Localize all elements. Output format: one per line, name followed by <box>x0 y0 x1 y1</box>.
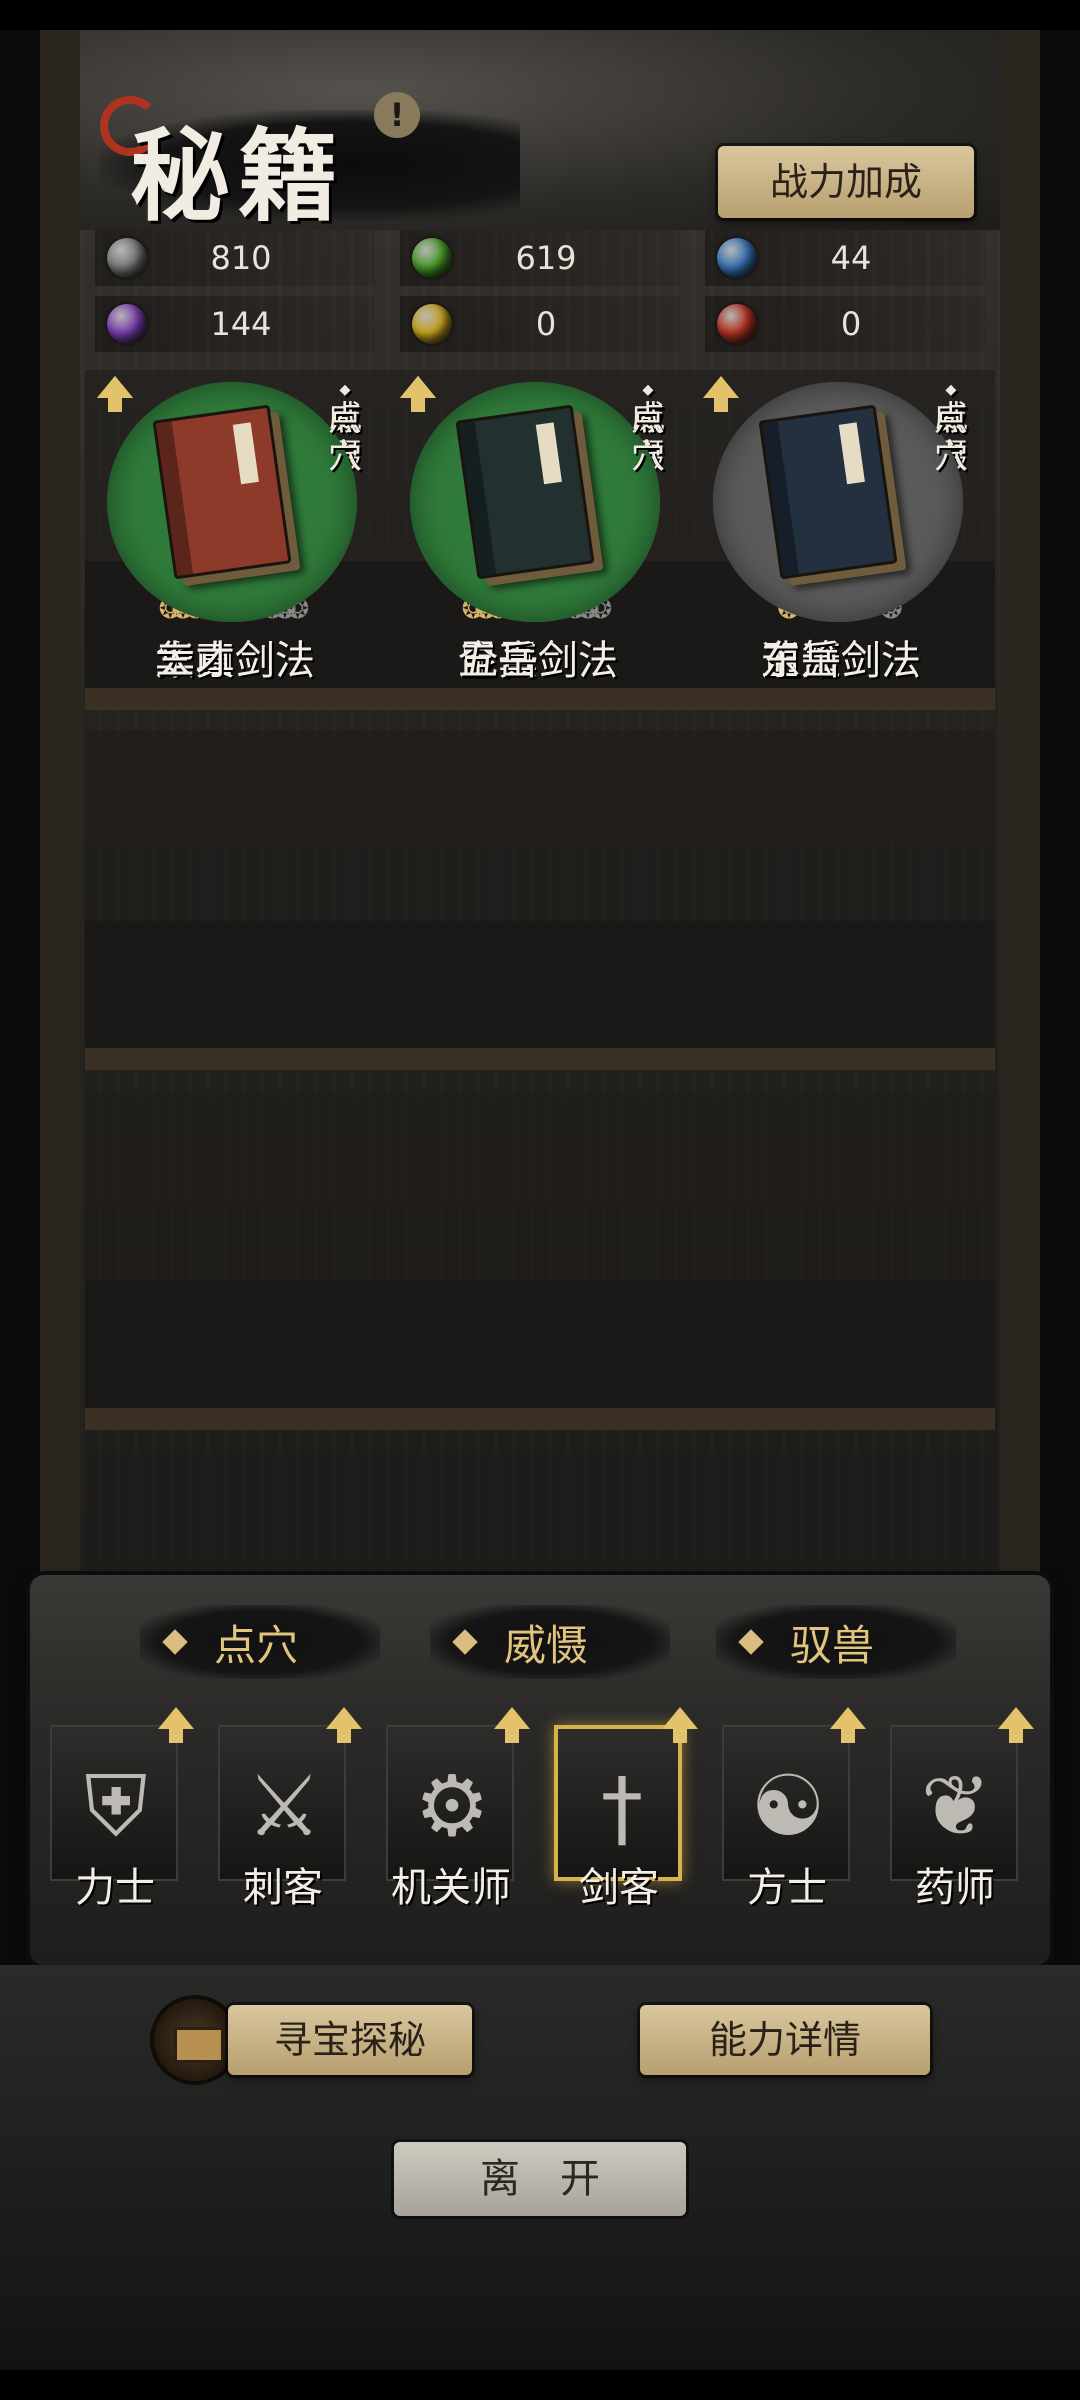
sword-icon: † <box>601 1759 643 1857</box>
ability-details-button[interactable]: 能力详情 <box>640 2005 930 2075</box>
yin-yang-icon: ☯ <box>750 1757 826 1855</box>
book-grid[interactable]: ◆点穴❂❂❂❂❂❂华山剑法◆威慑❂❂❂❂❂❂昆吾剑法◆点穴❂❂❂❂❂逍遥剑法◆点… <box>85 370 995 1580</box>
resource-value: 810 <box>210 239 272 277</box>
class-tab[interactable]: ❦ 药师 <box>870 1707 1034 1945</box>
resource-item: 0 <box>705 296 985 352</box>
resource-item: 144 <box>95 296 375 352</box>
book-icon <box>758 404 898 580</box>
resource-item: 619 <box>400 230 680 286</box>
gear-icon: ⚙ <box>414 1757 490 1855</box>
blue-gem-icon <box>717 238 757 278</box>
book-type-tag: ◆点穴 <box>931 380 971 476</box>
book-card[interactable]: ◆ 点穴 <box>85 370 385 690</box>
upgrade-arrow-icon <box>998 1707 1034 1743</box>
daggers-icon: ⚔ <box>246 1757 322 1855</box>
navigation-bar <box>0 2370 1080 2400</box>
page-title: 秘籍 <box>130 117 346 235</box>
resource-item: 44 <box>705 230 985 286</box>
class-tab[interactable]: † 剑客 <box>534 1707 698 1945</box>
class-name: 刺客 <box>243 1865 323 1911</box>
book-card[interactable]: ◆ 点穴 <box>388 370 688 690</box>
filter-label: 威慑 <box>504 1620 589 1670</box>
diamond-icon <box>738 1629 764 1655</box>
upgrade-arrow-icon <box>494 1707 530 1743</box>
class-tab[interactable]: ☯ 方士 <box>702 1707 866 1945</box>
book-type: 点穴 <box>328 399 362 477</box>
diamond-icon <box>452 1629 478 1655</box>
book-row <box>85 1450 995 1580</box>
class-name: 机关师 <box>391 1865 511 1911</box>
book-icon <box>455 404 595 580</box>
diamond-icon: ◆ <box>339 382 351 398</box>
leave-button[interactable]: 离开 <box>394 2142 686 2216</box>
upgrade-arrow-icon <box>326 1707 362 1743</box>
book-row <box>85 730 995 1070</box>
power-bonus-button[interactable]: 战力加成 <box>718 146 974 218</box>
book-type-tag: ◆点穴 <box>628 380 668 476</box>
diamond-icon: ◆ <box>945 382 957 398</box>
purple-gem-icon <box>107 304 147 344</box>
book-label <box>838 422 865 485</box>
resource-value: 619 <box>515 239 577 277</box>
resource-item: 810 <box>95 230 375 286</box>
resource-value: 0 <box>840 305 862 343</box>
filter-tab[interactable]: 威慑 <box>430 1605 670 1679</box>
upgrade-arrow-icon <box>158 1707 194 1743</box>
diamond-icon <box>162 1629 188 1655</box>
herb-icon: ❦ <box>920 1757 992 1855</box>
class-tab[interactable]: ⚙ 机关师 <box>366 1707 530 1945</box>
info-icon[interactable]: ! <box>374 92 420 138</box>
book-card[interactable]: ◆ 点穴 <box>691 370 991 690</box>
shield-icon: ⛨ <box>84 1757 148 1855</box>
class-name: 药师 <box>915 1865 995 1911</box>
filter-tab[interactable]: 点穴 <box>140 1605 380 1679</box>
book-label <box>535 422 562 485</box>
gray-gem-icon <box>107 238 147 278</box>
resource-bar: 810 619 44 144 0 0 <box>95 230 995 360</box>
upgrade-arrow-icon <box>662 1707 698 1743</box>
red-gem-icon <box>717 304 757 344</box>
class-tab[interactable]: ⛨ 力士 <box>30 1707 194 1945</box>
book-label <box>232 422 259 485</box>
class-panel: 点穴 威慑 驭兽 ⛨ 力士 ⚔ 刺客 ⚙ 机关师 † 剑客 ☯ 方士 ❦ 药师 <box>30 1575 1050 1965</box>
diamond-icon: ◆ <box>642 382 654 398</box>
filter-label: 点穴 <box>214 1620 299 1670</box>
resource-value: 0 <box>535 305 557 343</box>
upgrade-arrow-icon <box>97 376 133 412</box>
upgrade-arrow-icon <box>400 376 436 412</box>
class-tab[interactable]: ⚔ 刺客 <box>198 1707 362 1945</box>
class-name: 方士 <box>747 1865 827 1911</box>
upgrade-arrow-icon <box>830 1707 866 1743</box>
resource-value: 144 <box>210 305 272 343</box>
class-name: 力士 <box>75 1865 155 1911</box>
class-name: 剑客 <box>579 1865 659 1911</box>
resource-value: 44 <box>830 239 872 277</box>
book-type-tag: ◆点穴 <box>325 380 365 476</box>
resource-item: 0 <box>400 296 680 352</box>
book-row <box>85 1090 995 1430</box>
book-type: 点穴 <box>631 399 665 477</box>
book-icon <box>152 404 292 580</box>
book-type: 点穴 <box>934 399 968 477</box>
filter-tab[interactable]: 驭兽 <box>716 1605 956 1679</box>
treasure-chest-icon[interactable] <box>150 1995 240 2085</box>
yellow-gem-icon <box>412 304 452 344</box>
filter-label: 驭兽 <box>790 1620 875 1670</box>
green-gem-icon <box>412 238 452 278</box>
status-bar <box>0 0 1080 30</box>
treasure-hunt-button[interactable]: 寻宝探秘 <box>228 2005 472 2075</box>
